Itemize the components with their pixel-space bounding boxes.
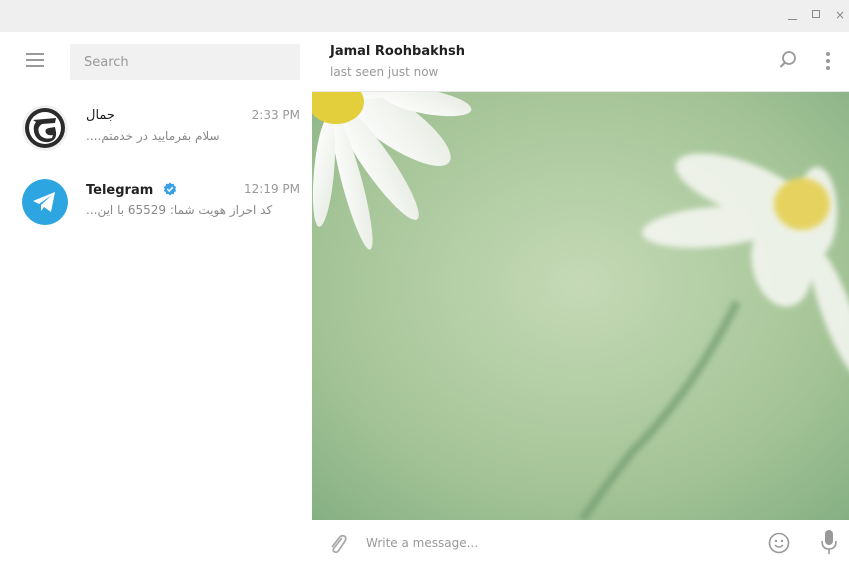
dialog-preview: کد احراز هویت شما: 65529 با این...	[86, 203, 273, 217]
peer-name: Jamal Roohbakhsh	[330, 44, 466, 59]
more-options-icon[interactable]	[821, 50, 835, 72]
dialog-name: Telegram	[86, 182, 177, 198]
peer-status: last seen just now	[330, 65, 439, 79]
window-titlebar: ×	[0, 0, 849, 32]
dialog-item-jamal[interactable]: جمال 2:33 PM سلام بفرمایید در خدمتم....	[0, 96, 312, 170]
emoji-icon[interactable]	[768, 532, 790, 554]
dialog-name-text: Telegram	[86, 183, 154, 198]
chat-panel: Jamal Roohbakhsh last seen just now	[312, 32, 849, 565]
hamburger-menu-icon[interactable]	[26, 53, 46, 67]
chat-wallpaper	[312, 92, 849, 520]
telegram-avatar	[22, 179, 68, 225]
attach-icon[interactable]	[326, 532, 350, 556]
dialog-time: 12:19 PM	[244, 182, 300, 196]
verified-badge-icon	[163, 182, 177, 196]
microphone-icon[interactable]	[820, 529, 838, 555]
chamomile-wallpaper-image	[312, 92, 849, 520]
app-logo-avatar	[22, 105, 68, 151]
message-input[interactable]	[364, 526, 748, 560]
dialog-item-telegram[interactable]: Telegram 12:19 PM کد احراز هویت شما: 655…	[0, 170, 312, 244]
dialog-preview: سلام بفرمایید در خدمتم....	[86, 129, 220, 143]
dialog-name: جمال	[86, 108, 115, 123]
close-icon[interactable]: ×	[833, 8, 847, 22]
dialog-time: 2:33 PM	[251, 108, 300, 122]
search-icon[interactable]	[778, 50, 798, 70]
search-input[interactable]	[70, 44, 300, 80]
sidebar: جمال 2:33 PM سلام بفرمایید در خدمتم.... …	[0, 32, 312, 565]
chat-header[interactable]: Jamal Roohbakhsh last seen just now	[312, 32, 849, 92]
minimize-icon[interactable]	[786, 8, 800, 22]
message-composer	[312, 520, 849, 565]
maximize-icon[interactable]	[810, 8, 824, 22]
